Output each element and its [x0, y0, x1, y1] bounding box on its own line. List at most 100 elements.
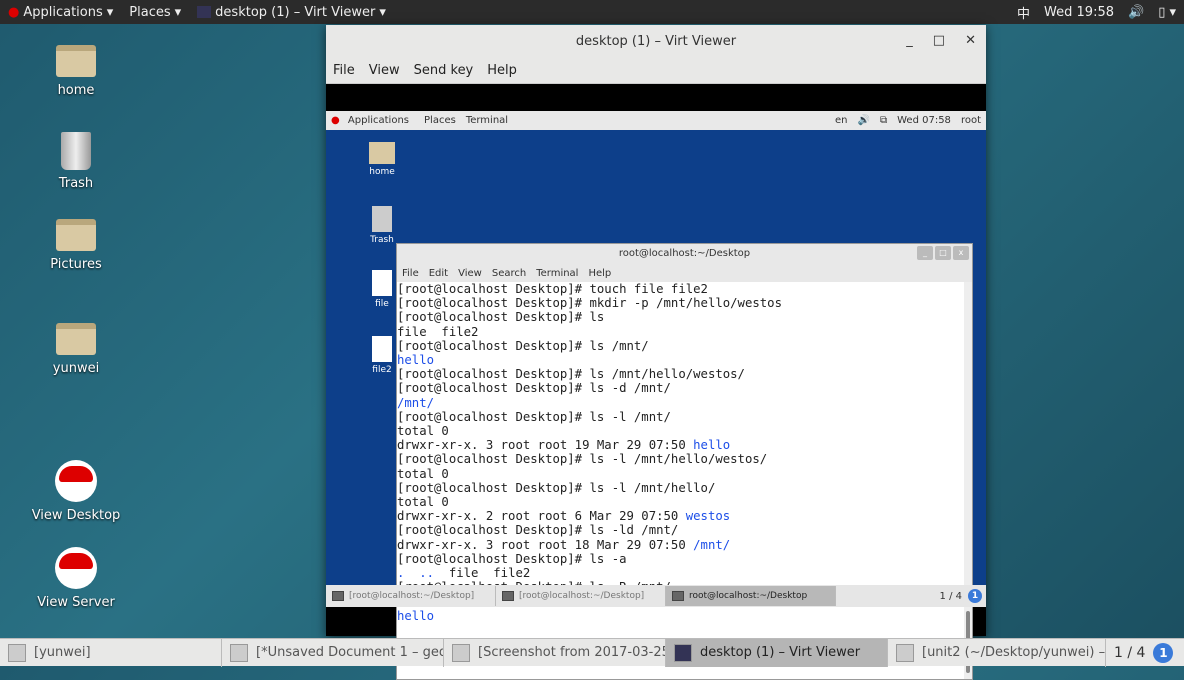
terminal-menubar: File Edit View Search Terminal Help [397, 264, 972, 282]
guest-volume-icon[interactable]: 🔊 [853, 115, 875, 126]
image-viewer-icon [452, 643, 470, 662]
terminal-icon [672, 591, 684, 601]
menu-view[interactable]: View [453, 268, 487, 279]
terminal-line: [root@localhost Desktop]# ls -ld /mnt/ [397, 523, 964, 537]
desktop-icon-trash[interactable]: Trash [31, 132, 121, 191]
task-gedit-unit2[interactable]: [unit2 (~/Desktop/yunwei) – ged... [888, 638, 1106, 667]
terminal-text: [root@localhost Desktop]# ls -ld /mnt/ [397, 523, 679, 538]
terminal-line: . .. file file2 [397, 566, 964, 580]
desktop-icon-home[interactable]: home [31, 45, 121, 98]
guest-desktop: home Trash file file2 root@localhost:~/D… [326, 130, 986, 680]
terminal-text: /mnt/ [397, 395, 435, 410]
guest-task-terminal-2[interactable]: [root@localhost:~/Desktop] [496, 586, 666, 606]
terminal-text: westos [685, 509, 731, 524]
terminal-text: drwxr-xr-x. 3 root root 19 Mar 29 07:50 [397, 438, 694, 453]
menu-file[interactable]: File [397, 268, 424, 279]
task-gedit-unsaved[interactable]: [*Unsaved Document 1 – gedit] [222, 638, 444, 667]
terminal-line: [root@localhost Desktop]# ls -d /mnt/ [397, 381, 964, 395]
terminal-text: [root@localhost Desktop]# ls -a [397, 551, 627, 566]
terminal-line: [root@localhost Desktop]# ls -a [397, 552, 964, 566]
redhat-icon: ● [8, 4, 20, 20]
workspace-pager[interactable]: 1 / 4 [1106, 645, 1153, 661]
guest-task-terminal-1[interactable]: [root@localhost:~/Desktop] [326, 586, 496, 606]
guest-icon-file[interactable]: file [366, 270, 398, 309]
terminal-text: [root@localhost Desktop]# ls -l /mnt/hel… [397, 452, 768, 467]
close-button[interactable]: ✕ [965, 33, 976, 48]
terminal-line: hello [397, 353, 964, 367]
places-menu[interactable]: Places ▾ [121, 5, 189, 20]
menu-edit[interactable]: Edit [424, 268, 453, 279]
folder-icon [56, 219, 96, 251]
guest-icon-file2[interactable]: file2 [366, 336, 398, 375]
active-window-menu[interactable]: desktop (1) – Virt Viewer ▾ [189, 5, 394, 20]
monitor-icon [197, 6, 212, 18]
guest-icon-home[interactable]: home [366, 142, 398, 177]
terminal-text: file file2 [397, 324, 479, 339]
menu-send-key[interactable]: Send key [407, 63, 481, 78]
terminal-titlebar[interactable]: root@localhost:~/Desktop _ □ x [397, 244, 972, 264]
text-editor-icon [896, 643, 914, 662]
terminal-line: [root@localhost Desktop]# mkdir -p /mnt/… [397, 296, 964, 310]
guest-task-terminal-3[interactable]: root@localhost:~/Desktop [666, 586, 836, 606]
terminal-text: total 0 [397, 495, 449, 510]
terminal-text: file file2 [434, 566, 531, 581]
guest-info-icon[interactable]: 1 [968, 589, 982, 603]
guest-network-icon[interactable]: ⧉ [875, 115, 892, 126]
desktop-icon-yunwei[interactable]: yunwei [31, 323, 121, 376]
terminal-text: [root@localhost Desktop]# touch file fil… [397, 282, 708, 296]
maximize-button[interactable]: □ [933, 33, 945, 48]
terminal-output[interactable]: [root@localhost Desktop]# touch file fil… [397, 282, 964, 679]
guest-taskbar: [root@localhost:~/Desktop] [root@localho… [326, 585, 986, 607]
guest-workspace-pager[interactable]: 1 / 4 [934, 591, 968, 602]
task-virt-viewer[interactable]: desktop (1) – Virt Viewer [666, 638, 888, 667]
terminal-line: drwxr-xr-x. 2 root root 6 Mar 29 07:50 w… [397, 509, 964, 523]
guest-lang[interactable]: en [830, 115, 853, 126]
trash-icon [61, 132, 91, 170]
redhat-icon [55, 547, 97, 589]
battery-icon[interactable]: ▯ ▾ [1158, 5, 1176, 20]
terminal-text: [root@localhost Desktop]# ls /mnt/hello/… [397, 367, 745, 382]
desktop-icon-view-desktop[interactable]: View Desktop [31, 460, 121, 523]
terminal-text: hello [693, 438, 731, 453]
terminal-text: /mnt/ [693, 537, 731, 552]
clock[interactable]: Wed 19:58 [1044, 5, 1114, 20]
guest-applications-menu[interactable]: ● Applications [326, 115, 419, 126]
guest-icon-trash[interactable]: Trash [366, 206, 398, 245]
terminal-line: [root@localhost Desktop]# ls -l /mnt/hel… [397, 452, 964, 466]
terminal-text: [root@localhost Desktop]# ls -l /mnt/hel… [397, 480, 716, 495]
minimize-button[interactable]: _ [917, 246, 933, 260]
terminal-text: total 0 [397, 466, 449, 481]
menu-view[interactable]: View [362, 63, 407, 78]
bottom-taskbar: [yunwei] [*Unsaved Document 1 – gedit] [… [0, 638, 1184, 667]
task-yunwei[interactable]: [yunwei] [0, 638, 222, 667]
guest-active-window[interactable]: Terminal [461, 115, 513, 126]
menu-help[interactable]: Help [583, 268, 616, 279]
terminal-scrollbar[interactable] [964, 282, 972, 679]
volume-icon[interactable]: 🔊 [1128, 5, 1144, 20]
desktop-icon-pictures[interactable]: Pictures [31, 219, 121, 272]
terminal-text: [root@localhost Desktop]# ls -d /mnt/ [397, 381, 671, 396]
virt-viewer-window: desktop (1) – Virt Viewer _ □ ✕ File View … [326, 25, 986, 680]
menu-terminal[interactable]: Terminal [531, 268, 583, 279]
guest-places-menu[interactable]: Places [419, 115, 461, 126]
terminal-text: drwxr-xr-x. 3 root root 18 Mar 29 07:50 [397, 537, 694, 552]
applications-menu[interactable]: ● Applications ▾ [0, 5, 121, 20]
maximize-button[interactable]: □ [935, 246, 951, 260]
close-button[interactable]: x [953, 246, 969, 260]
desktop-icon-view-server[interactable]: View Server [31, 547, 121, 610]
window-titlebar[interactable]: desktop (1) – Virt Viewer _ □ ✕ [326, 25, 986, 58]
terminal-text: drwxr-xr-x. 2 root root 6 Mar 29 07:50 [397, 509, 686, 524]
guest-user-menu[interactable]: root [956, 115, 986, 126]
terminal-line: drwxr-xr-x. 3 root root 19 Mar 29 07:50 … [397, 438, 964, 452]
menu-help[interactable]: Help [480, 63, 524, 78]
notification-icon[interactable]: 1 [1153, 642, 1174, 663]
task-screenshot[interactable]: [Screenshot from 2017-03-25 ... [444, 638, 666, 667]
menu-file[interactable]: File [326, 63, 362, 78]
terminal-text: hello [397, 353, 435, 368]
terminal-text: . .. [397, 566, 435, 581]
minimize-button[interactable]: _ [906, 33, 913, 48]
menu-search[interactable]: Search [487, 268, 531, 279]
input-method-indicator[interactable]: 中 [1017, 3, 1030, 22]
guest-clock[interactable]: Wed 07:58 [892, 115, 956, 126]
